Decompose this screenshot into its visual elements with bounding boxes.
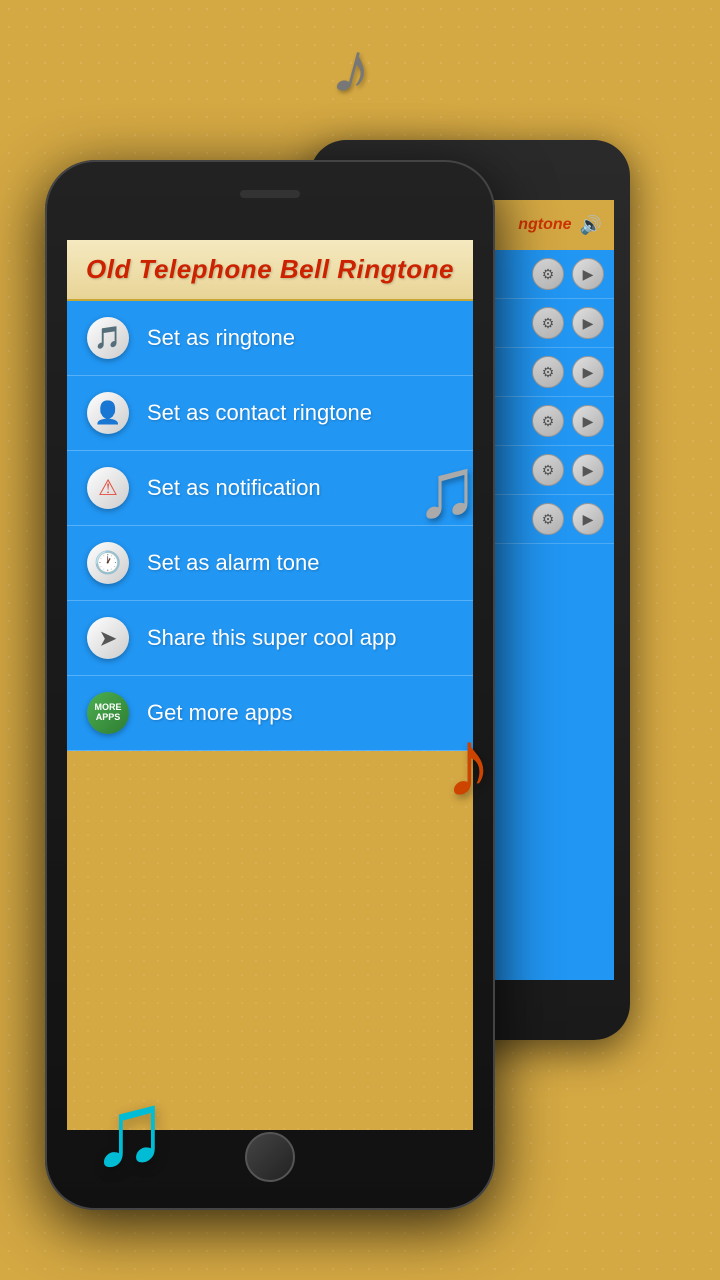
notification-label: Set as notification [147,475,321,501]
bg-gear-icon-6: ⚙ [532,503,564,535]
menu-item-ringtone[interactable]: 🎵 Set as ringtone [67,301,473,376]
menu-item-share[interactable]: ➤ Share this super cool app [67,601,473,676]
bg-gear-icon-3: ⚙ [532,356,564,388]
alarm-label: Set as alarm tone [147,550,319,576]
bg-phone-title: ngtone [518,216,571,234]
bg-play-icon-3: ▶ [572,356,604,388]
ringtone-label: Set as ringtone [147,325,295,351]
more-apps-label: Get more apps [147,700,293,726]
bg-gear-icon-2: ⚙ [532,307,564,339]
bg-play-icon-4: ▶ [572,405,604,437]
app-title: Old Telephone Bell Ringtone [83,254,457,285]
note-top-icon: ♪ [325,22,383,115]
phone-speaker [240,190,300,198]
bg-play-icon-2: ▶ [572,307,604,339]
note-blue-icon: ♫ [90,1070,169,1190]
menu-item-notification[interactable]: ⚠ Set as notification [67,451,473,526]
bg-play-icon-1: ▶ [572,258,604,290]
note-silver-icon: ♫ [415,440,479,538]
bg-gear-icon-4: ⚙ [532,405,564,437]
note-red-icon: ♪ [445,710,493,819]
ringtone-icon: 🎵 [87,317,129,359]
phone-home-button[interactable] [245,1132,295,1182]
menu-list: 🎵 Set as ringtone 👤 Set as contact ringt… [67,301,473,751]
bg-play-icon-5: ▶ [572,454,604,486]
share-label: Share this super cool app [147,625,397,651]
more-apps-icon: MOREAPPS [87,692,129,734]
contact-ringtone-label: Set as contact ringtone [147,400,372,426]
bg-gear-icon-5: ⚙ [532,454,564,486]
notification-icon: ⚠ [87,467,129,509]
bg-gear-icon-1: ⚙ [532,258,564,290]
menu-item-more-apps[interactable]: MOREAPPS Get more apps [67,676,473,751]
main-phone: Old Telephone Bell Ringtone 🎵 Set as rin… [45,160,495,1210]
main-screen: Old Telephone Bell Ringtone 🎵 Set as rin… [67,240,473,1130]
alarm-icon: 🕐 [87,542,129,584]
menu-item-contact-ringtone[interactable]: 👤 Set as contact ringtone [67,376,473,451]
menu-item-alarm[interactable]: 🕐 Set as alarm tone [67,526,473,601]
share-icon: ➤ [87,617,129,659]
contact-ringtone-icon: 👤 [87,392,129,434]
app-header: Old Telephone Bell Ringtone [67,240,473,301]
bg-play-icon-6: ▶ [572,503,604,535]
